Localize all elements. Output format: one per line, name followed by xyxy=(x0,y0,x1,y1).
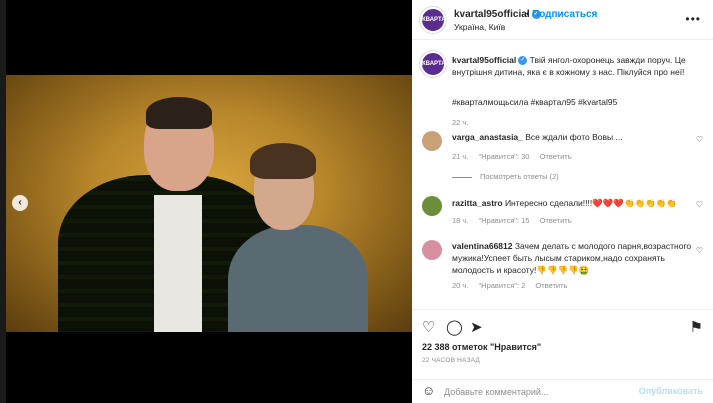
heart-icon[interactable]: ♡ xyxy=(422,318,435,336)
comment-time: 18 ч. xyxy=(452,216,469,225)
comment-avatar[interactable] xyxy=(422,240,442,260)
comment-likes[interactable]: "Нравится": 30 xyxy=(479,152,530,161)
add-comment-bar: ☺ Опубликовать xyxy=(412,379,713,403)
comment-like-icon[interactable]: ♡ xyxy=(696,246,703,255)
comment-likes[interactable]: "Нравится": 15 xyxy=(479,216,530,225)
comment-text: varga_anastasia_ Все ждали фото Вовы ... xyxy=(452,131,692,143)
comment-meta: 18 ч. "Нравится": 15 Ответить xyxy=(452,216,580,225)
caption-hashtags[interactable]: #кварталмощьсила #квартал95 #kvartal95 xyxy=(452,96,692,108)
publish-button[interactable]: Опубликовать xyxy=(639,386,703,396)
comment-meta: 20 ч. "Нравится": 2 Ответить xyxy=(452,281,575,290)
comment-body: Интересно сделали!!!!❤️❤️❤️👏👏👏👏👏 xyxy=(504,198,677,208)
caption-avatar[interactable]: КВАРТАЛ 95 xyxy=(420,51,450,89)
comment-like-icon[interactable]: ♡ xyxy=(696,135,703,144)
comment-likes[interactable]: "Нравится": 2 xyxy=(479,281,526,290)
photo-man-shirt xyxy=(154,195,202,332)
caption-username[interactable]: kvartal95official xyxy=(452,55,516,65)
carousel-prev-button[interactable]: ‹ xyxy=(12,195,28,211)
comment-text: razitta_astro Интересно сделали!!!!❤️❤️❤… xyxy=(452,197,692,209)
follow-button[interactable]: Подписаться xyxy=(532,9,597,20)
comment-avatar[interactable] xyxy=(422,196,442,216)
comment-username[interactable]: varga_anastasia_ xyxy=(452,132,523,142)
comment-username[interactable]: razitta_astro xyxy=(452,198,503,208)
caption-time: 22 ч. xyxy=(452,118,469,127)
emoji-icon[interactable]: ☺ xyxy=(422,383,435,398)
comment-username[interactable]: valentina66812 xyxy=(452,241,512,251)
author-avatar[interactable]: КВАРТАЛ 95 xyxy=(420,7,450,45)
post-time: 22 ЧАСОВ НАЗАД xyxy=(422,357,480,364)
comment-time: 21 ч. xyxy=(452,152,469,161)
verified-icon: ✓ xyxy=(518,56,528,66)
bookmark-icon[interactable]: ⚑ xyxy=(690,318,703,336)
caption-text: kvartal95official ✓ Твій янгол-охоронець … xyxy=(452,54,692,78)
comment-body: Все ждали фото Вовы ... xyxy=(525,132,623,142)
post-photo[interactable]: ● xyxy=(6,75,412,332)
photo-boy-body xyxy=(228,225,368,332)
more-options-icon[interactable]: ••• xyxy=(685,12,701,26)
photo-man-hair xyxy=(146,97,212,129)
comment-like-icon[interactable]: ♡ xyxy=(696,200,703,209)
comment-input[interactable] xyxy=(444,383,634,401)
comment-meta: 21 ч. "Нравится": 30 Ответить xyxy=(452,152,580,161)
view-replies-button[interactable]: Посмотреть ответы (2) xyxy=(452,172,559,181)
photo-boy-hair xyxy=(250,143,316,179)
likes-count[interactable]: 22 388 отметок "Нравится" xyxy=(422,342,541,352)
comment-time: 20 ч. xyxy=(452,281,469,290)
post-actions: ♡ ◯ ➤ ⚑ 22 388 отметок "Нравится" 22 ЧАС… xyxy=(412,309,713,379)
post-header: КВАРТАЛ 95 kvartal95official ✓ • Подписат… xyxy=(412,0,713,45)
header-separator: • xyxy=(526,9,530,20)
author-username-text[interactable]: kvartal95official xyxy=(454,9,530,20)
comment-avatar[interactable] xyxy=(422,131,442,151)
post-location[interactable]: Україна, Київ xyxy=(454,22,505,32)
post-details-panel: КВАРТАЛ 95 kvartal95official ✓ • Подписат… xyxy=(412,0,713,403)
share-icon[interactable]: ➤ xyxy=(470,318,483,336)
comment-icon[interactable]: ◯ xyxy=(446,318,463,336)
comment-reply-button[interactable]: Ответить xyxy=(540,152,572,161)
comment-text: valentina66812 Зачем делать с молодого п… xyxy=(452,240,692,276)
comments-list: КВАРТАЛ 95 kvartal95official ✓ Твій янгол… xyxy=(412,41,713,309)
comment-reply-button[interactable]: Ответить xyxy=(540,216,572,225)
comment-reply-button[interactable]: Ответить xyxy=(535,281,567,290)
